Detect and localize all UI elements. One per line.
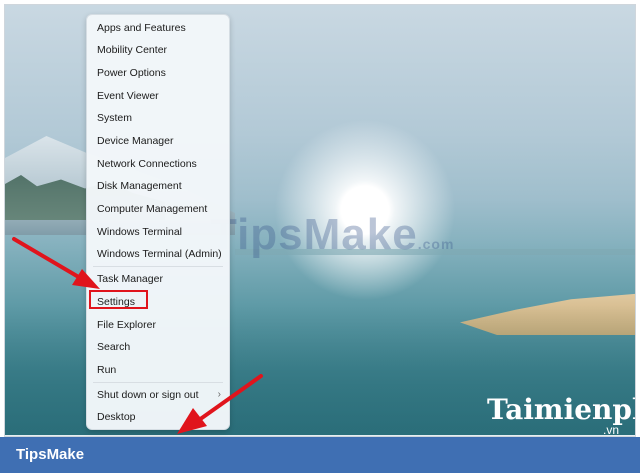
menu-item-file-explorer[interactable]: File Explorer (87, 314, 229, 336)
menu-item-label: Computer Management (97, 203, 208, 215)
menu-item-disk-management[interactable]: Disk Management (87, 175, 229, 197)
menu-item-label: Mobility Center (97, 44, 168, 56)
menu-item-label: System (97, 112, 133, 124)
arrow-to-start-icon (177, 374, 263, 434)
menu-item-label: Event Viewer (97, 90, 159, 102)
menu-item-label: Power Options (97, 67, 166, 79)
footer-brand: TipsMake (16, 446, 85, 463)
menu-item-label: Search (97, 341, 131, 353)
footer-bar (0, 437, 640, 473)
tipsmake-watermark: TipsMake.com (210, 210, 454, 260)
winx-context-menu: Apps and Features Mobility Center Power … (86, 14, 230, 430)
menu-item-label: Run (97, 364, 117, 376)
arrow-to-settings-icon (12, 237, 100, 289)
menu-divider (93, 266, 223, 267)
menu-item-label: Apps and Features (97, 22, 186, 34)
menu-item-label: Windows Terminal (Admin) (97, 248, 222, 260)
menu-item-event-viewer[interactable]: Event Viewer (87, 85, 229, 107)
menu-item-apps-and-features[interactable]: Apps and Features (87, 17, 229, 39)
menu-item-system[interactable]: System (87, 107, 229, 129)
menu-item-label: File Explorer (97, 319, 156, 331)
menu-item-label: Network Connections (97, 158, 197, 170)
menu-item-device-manager[interactable]: Device Manager (87, 130, 229, 152)
menu-item-search[interactable]: Search (87, 336, 229, 358)
menu-item-label: Desktop (97, 411, 136, 423)
menu-item-power-options[interactable]: Power Options (87, 62, 229, 84)
taimienphi-logo: Taimienphi (487, 393, 635, 426)
menu-item-mobility-center[interactable]: Mobility Center (87, 39, 229, 61)
tipsmake-watermark-text: TipsMake (210, 210, 418, 259)
menu-item-network-connections[interactable]: Network Connections (87, 153, 229, 175)
tipsmake-watermark-suffix: .com (417, 236, 455, 252)
menu-item-label: Device Manager (97, 135, 174, 147)
menu-item-label: Disk Management (97, 180, 182, 192)
menu-item-computer-management[interactable]: Computer Management (87, 198, 229, 220)
